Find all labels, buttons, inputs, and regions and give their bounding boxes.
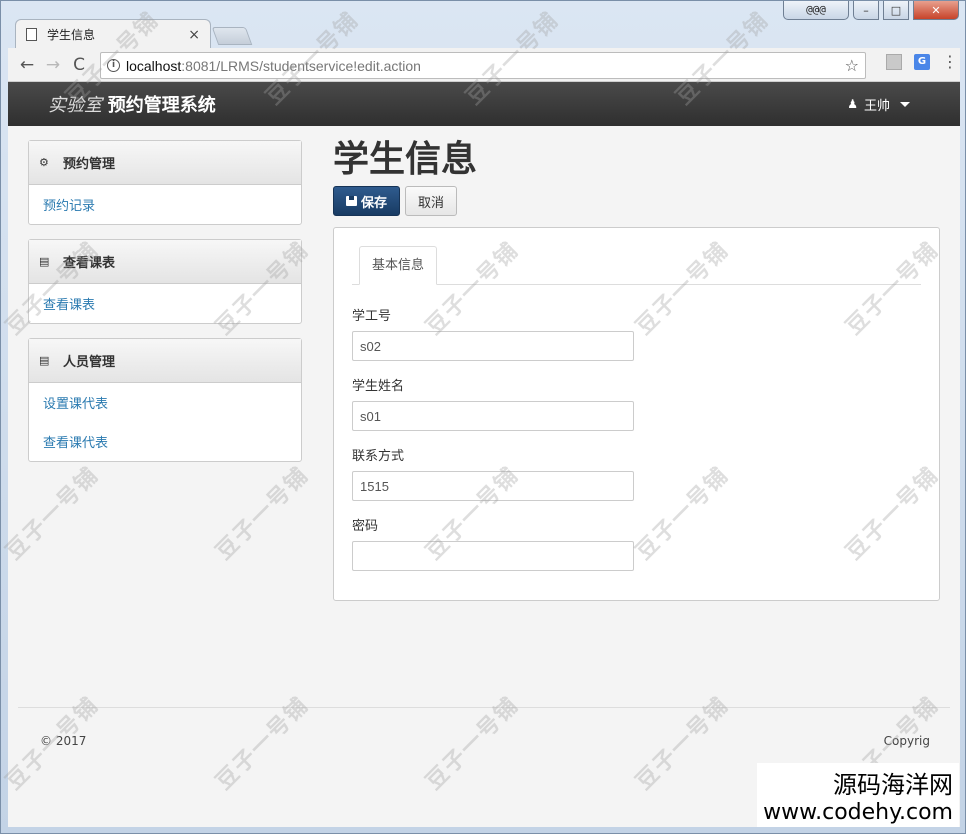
- student-id-input[interactable]: [352, 331, 634, 361]
- browser-toolbar: ← → C i localhost:8081/LRMS/studentservi…: [8, 48, 960, 82]
- tab-title: 学生信息: [47, 28, 96, 42]
- sidebar-item-set-rep[interactable]: 设置课代表: [29, 383, 301, 422]
- contact-input[interactable]: [352, 471, 634, 501]
- password-input[interactable]: [352, 541, 634, 571]
- browser-window: @@@ – □ ✕ 学生信息 × ← → C i localhost:8081/…: [0, 0, 966, 834]
- brand-main: 预约管理系统: [107, 95, 216, 116]
- reader-extension-icon[interactable]: [886, 54, 902, 70]
- briefcase-icon: ▤: [39, 255, 50, 268]
- user-name: 王帅: [863, 98, 890, 114]
- field-student-id: 学工号: [352, 305, 921, 361]
- corner-watermark-cn: 源码海洋网: [833, 771, 953, 799]
- field-student-name: 学生姓名: [352, 375, 921, 431]
- form-panel: 基本信息 学工号 学生姓名 联系方式 密码: [333, 227, 940, 601]
- window-user-badge[interactable]: @@@: [783, 1, 849, 20]
- brand[interactable]: 实验室 预约管理系统: [48, 91, 216, 117]
- page-viewport: 实验室 预约管理系统 ♟ 王帅 ⚙ 预约管理 预约记录 ▤ 查看课表 查看课表 …: [8, 82, 960, 827]
- sidebar-panel-schedule: ▤ 查看课表 查看课表: [28, 239, 302, 324]
- chevron-down-icon: [900, 101, 910, 107]
- browser-tab[interactable]: 学生信息 ×: [15, 19, 211, 49]
- sidebar-heading-schedule[interactable]: ▤ 查看课表: [29, 240, 301, 284]
- tab-basic-info[interactable]: 基本信息: [359, 246, 438, 285]
- sidebar-heading-booking[interactable]: ⚙ 预约管理: [29, 141, 301, 185]
- field-contact: 联系方式: [352, 445, 921, 501]
- footer-copyright-text: Copyrig: [883, 734, 930, 748]
- reload-icon[interactable]: C: [66, 52, 92, 78]
- info-icon[interactable]: i: [107, 59, 120, 72]
- bookmark-star-icon[interactable]: ☆: [845, 56, 859, 75]
- save-button[interactable]: 保存: [333, 186, 401, 216]
- page-title: 学生信息: [333, 139, 478, 180]
- field-label: 密码: [352, 519, 379, 534]
- address-bar[interactable]: i localhost:8081/LRMS/studentservice!edi…: [100, 52, 866, 79]
- tab-close-icon[interactable]: ×: [188, 27, 200, 43]
- field-label: 学生姓名: [352, 379, 405, 394]
- user-icon: ♟: [847, 97, 858, 111]
- action-buttons: 保存 取消: [333, 186, 940, 216]
- panel-title: 预约管理: [63, 157, 116, 172]
- sidebar-item-booking-records[interactable]: 预约记录: [29, 185, 301, 224]
- brand-prefix: 实验室: [48, 95, 102, 116]
- user-menu[interactable]: ♟ 王帅: [847, 95, 910, 114]
- sidebar-item-view-schedule[interactable]: 查看课表: [29, 284, 301, 323]
- sidebar-item-view-rep[interactable]: 查看课代表: [29, 422, 301, 461]
- cancel-button[interactable]: 取消: [405, 186, 458, 216]
- panel-title: 人员管理: [63, 355, 116, 370]
- forward-icon[interactable]: →: [40, 52, 66, 78]
- main-content: 学生信息 保存 取消 基本信息 学工号 学生姓名: [333, 136, 940, 601]
- save-label: 保存: [361, 195, 388, 211]
- sidebar-panel-people: ▤ 人员管理 设置课代表 查看课代表: [28, 338, 302, 462]
- field-label: 学工号: [352, 309, 392, 324]
- browser-menu-icon[interactable]: ⋮: [942, 54, 958, 70]
- extension-icons: G ⋮: [886, 54, 958, 70]
- student-name-input[interactable]: [352, 401, 634, 431]
- maximize-button[interactable]: □: [883, 1, 909, 20]
- field-password: 密码: [352, 515, 921, 571]
- dashboard-icon: ⚙: [39, 156, 49, 169]
- sidebar-panel-booking: ⚙ 预约管理 预约记录: [28, 140, 302, 225]
- corner-watermark-en: www.codehy.com: [763, 800, 953, 825]
- sidebar: ⚙ 预约管理 预约记录 ▤ 查看课表 查看课表 ▤ 人员管理 设置课代表 查看课…: [28, 140, 302, 476]
- back-icon[interactable]: ←: [14, 52, 40, 78]
- top-navbar: 实验室 预约管理系统 ♟ 王帅: [8, 82, 960, 126]
- briefcase-icon: ▤: [39, 354, 50, 367]
- new-tab-button[interactable]: [211, 27, 253, 45]
- corner-watermark: 源码海洋网 www.codehy.com: [757, 763, 959, 827]
- window-controls: – □ ✕: [853, 1, 959, 20]
- minimize-button[interactable]: –: [853, 1, 879, 20]
- page-icon: [26, 28, 37, 41]
- form-tabs: 基本信息: [352, 246, 921, 285]
- url-path: :8081/LRMS/studentservice!edit.action: [181, 57, 421, 74]
- url-host: localhost: [126, 57, 182, 74]
- floppy-disk-icon: [346, 196, 357, 206]
- field-label: 联系方式: [352, 449, 405, 464]
- page-footer: © 2017 Copyrig: [18, 707, 950, 748]
- panel-title: 查看课表: [63, 256, 116, 271]
- url-text[interactable]: localhost:8081/LRMS/studentservice!edit.…: [126, 58, 845, 74]
- close-window-button[interactable]: ✕: [913, 1, 959, 20]
- translate-extension-icon[interactable]: G: [914, 54, 930, 70]
- footer-copyright-year: © 2017: [40, 734, 87, 748]
- sidebar-heading-people[interactable]: ▤ 人员管理: [29, 339, 301, 383]
